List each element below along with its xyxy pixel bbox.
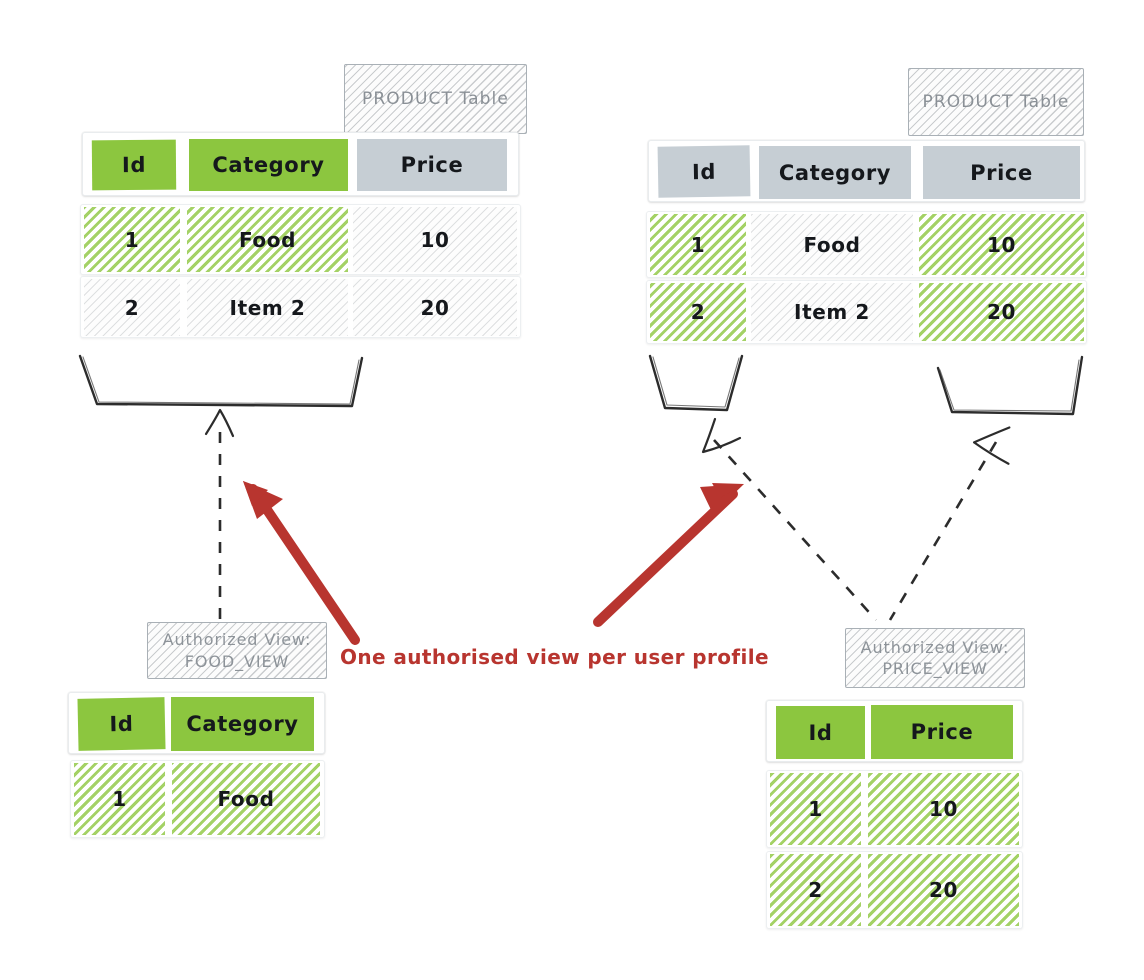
header-cell-category: Category <box>759 146 911 199</box>
cell-id: 1 <box>84 207 180 272</box>
brace-right-product-price <box>936 355 1084 416</box>
cell-price: 10 <box>868 773 1019 845</box>
brace-left-product <box>78 354 364 408</box>
table-row: 1 Food <box>70 760 325 838</box>
annotation-text: One authorised view per user profile <box>340 645 769 669</box>
price-view-title-line2: PRICE_VIEW <box>882 659 988 678</box>
cell-category: Food <box>187 207 348 272</box>
table-row: 1 10 <box>766 770 1023 848</box>
header-cell-price: Price <box>923 146 1080 199</box>
cell-value: Food <box>238 227 297 252</box>
cell-category: Item 2 <box>187 279 348 336</box>
header-label-category: Category <box>778 160 892 185</box>
header-label-price: Price <box>970 160 1033 185</box>
food-view-title: Authorized View: FOOD_VIEW <box>147 622 327 679</box>
food-view-header-row: Id Category <box>68 692 325 754</box>
cell-price: 20 <box>868 854 1019 926</box>
header-cell-price: Price <box>357 139 507 191</box>
cell-value: Item 2 <box>229 295 306 320</box>
cell-value: 10 <box>986 232 1017 257</box>
header-label-id: Id <box>808 720 833 745</box>
header-label-price: Price <box>400 153 464 177</box>
table-row: 1 Food 10 <box>80 204 521 275</box>
table-row: 2 Item 2 20 <box>646 280 1087 344</box>
cell-id: 2 <box>650 283 746 341</box>
cell-value: 1 <box>690 232 706 257</box>
product-table-right-header-row: Id Category Price <box>648 140 1085 202</box>
inheritance-arrow-price-view-right <box>888 426 1011 621</box>
cell-id: 1 <box>770 773 861 845</box>
food-view-title-line1: Authorized View: <box>162 630 312 650</box>
brace-right-product-id <box>648 354 744 412</box>
cell-value: 1 <box>112 787 127 811</box>
cell-id: 2 <box>770 854 861 926</box>
cell-value: 10 <box>928 797 959 821</box>
header-label-category: Category <box>212 153 325 177</box>
cell-value: 20 <box>928 878 959 902</box>
header-label-id: Id <box>109 711 134 737</box>
header-cell-id: Id <box>91 139 177 191</box>
header-cell-category: Category <box>171 697 314 751</box>
header-cell-id: Id <box>77 697 166 751</box>
table-row: 2 20 <box>766 851 1023 929</box>
price-view-header-row: Id Price <box>766 700 1023 762</box>
table-row: 1 Food 10 <box>646 211 1087 278</box>
cell-price: 10 <box>353 207 517 272</box>
cell-value: 20 <box>986 300 1017 324</box>
cell-id: 1 <box>650 214 746 275</box>
cell-value: Food <box>803 232 861 257</box>
cell-value: 20 <box>420 295 450 320</box>
cell-category: Item 2 <box>751 283 913 341</box>
cell-price: 20 <box>353 279 517 336</box>
cell-price: 20 <box>919 283 1084 341</box>
header-cell-price: Price <box>871 705 1013 759</box>
diagram-canvas: PRODUCT Table Id Category Price 1 Food 1… <box>0 0 1144 980</box>
cell-value: 10 <box>420 227 450 252</box>
header-label-id: Id <box>121 152 147 178</box>
food-view-title-line2: FOOD_VIEW <box>184 651 290 671</box>
cell-value: 2 <box>124 295 140 320</box>
cell-value: Item 2 <box>794 300 870 324</box>
cell-price: 10 <box>919 214 1084 275</box>
inheritance-arrow-price-view-left <box>701 417 877 621</box>
red-pointer-arrow-left <box>243 481 360 645</box>
price-view-title-line1: Authorized View: <box>860 637 1010 657</box>
cell-category: Food <box>172 763 320 835</box>
cell-value: 2 <box>808 878 823 902</box>
table-row: 2 Item 2 20 <box>80 276 521 338</box>
product-table-left-header-row: Id Category Price <box>82 132 519 196</box>
header-label-category: Category <box>186 712 299 736</box>
header-label-id: Id <box>691 159 717 184</box>
price-view-title: Authorized View: PRICE_VIEW <box>845 628 1025 688</box>
cell-value: Food <box>217 787 275 811</box>
inheritance-arrow-food-view <box>204 408 235 622</box>
header-label-price: Price <box>910 720 974 744</box>
cell-category: Food <box>751 214 913 275</box>
header-cell-id: Id <box>776 706 865 759</box>
cell-value: 2 <box>690 300 706 324</box>
cell-id: 2 <box>84 279 180 336</box>
cell-id: 1 <box>74 763 165 835</box>
cell-value: 1 <box>124 227 140 252</box>
header-cell-id: Id <box>657 145 751 198</box>
product-table-left-title: PRODUCT Table <box>344 64 527 134</box>
cell-value: 1 <box>808 797 823 821</box>
header-cell-category: Category <box>189 139 348 191</box>
red-pointer-arrow-right <box>593 483 744 627</box>
product-table-right-title: PRODUCT Table <box>908 68 1084 136</box>
